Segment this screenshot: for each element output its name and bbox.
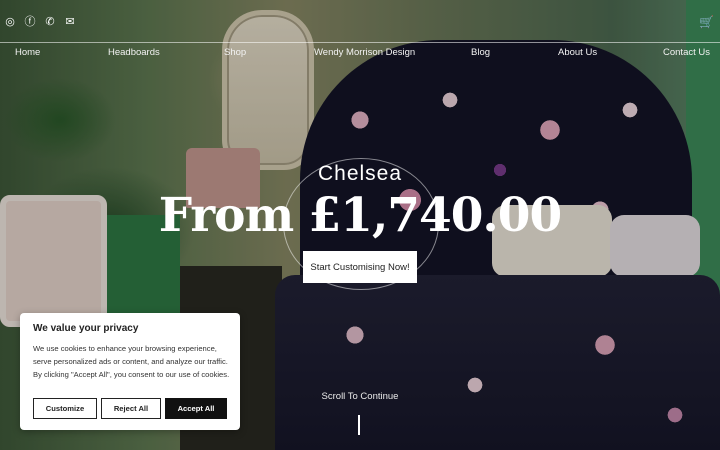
phone-icon[interactable]: ✆ [45,15,55,28]
product-price: From £1,740.00 [158,188,562,243]
nav-headboards[interactable]: Headboards [108,47,160,58]
nav-home[interactable]: Home [15,47,40,58]
nav-wendy-morrison-design[interactable]: Wendy Morrison Design [314,47,415,58]
nav-shop[interactable]: Shop [224,47,246,58]
customize-button[interactable]: Customize [33,398,97,419]
social-links: ◎ ⓕ ✆ ✉ [5,15,75,29]
cookie-consent-banner: We value your privacy We use cookies to … [20,313,240,430]
nav-about-us[interactable]: About Us [558,47,597,58]
cart-icon[interactable]: 🛒 [699,15,714,29]
cookie-title: We value your privacy [33,323,139,334]
instagram-icon[interactable]: ◎ [5,15,15,28]
start-customising-button[interactable]: Start Customising Now! [303,251,417,283]
top-bar: ◎ ⓕ ✆ ✉ 🛒 [0,0,720,43]
nav-contact-us[interactable]: Contact Us [663,47,710,58]
cookie-body: We use cookies to enhance your browsing … [33,344,230,379]
product-name: Chelsea [317,162,403,185]
main-navigation: Home Headboards Shop Wendy Morrison Desi… [0,42,720,62]
email-icon[interactable]: ✉ [65,15,75,28]
accept-all-button[interactable]: Accept All [165,398,227,419]
reject-all-button[interactable]: Reject All [101,398,161,419]
facebook-icon[interactable]: ⓕ [25,15,36,28]
scroll-indicator [358,415,360,435]
nav-blog[interactable]: Blog [471,47,490,58]
